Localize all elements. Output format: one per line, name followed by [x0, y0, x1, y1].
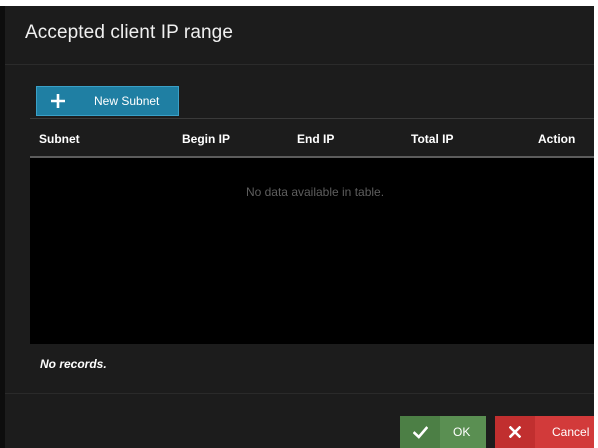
column-header-total-ip[interactable]: Total IP	[411, 132, 453, 146]
column-header-begin-ip[interactable]: Begin IP	[182, 132, 230, 146]
records-count: No records.	[40, 357, 107, 371]
cancel-button[interactable]: Cancel	[495, 416, 594, 448]
check-icon	[400, 416, 440, 448]
dialog-title: Accepted client IP range	[25, 22, 234, 43]
new-subnet-button[interactable]: New Subnet	[36, 86, 179, 116]
cancel-label: Cancel	[552, 425, 590, 439]
ok-button[interactable]: OK	[400, 416, 486, 448]
plus-icon	[37, 87, 79, 115]
new-subnet-label: New Subnet	[94, 94, 160, 108]
column-header-action: Action	[538, 132, 576, 146]
empty-table-message: No data available in table.	[245, 185, 385, 199]
close-icon	[495, 416, 535, 448]
column-header-subnet[interactable]: Subnet	[39, 132, 80, 146]
ok-label: OK	[453, 425, 471, 439]
accepted-client-ip-range-dialog: Accepted client IP range New Subnet Subn…	[5, 6, 594, 448]
table-body: No data available in table.	[30, 158, 594, 344]
screen-edge-right	[594, 0, 598, 448]
title-divider	[5, 64, 594, 65]
table-header: Subnet Begin IP End IP Total IP Action	[30, 118, 594, 156]
footer-divider	[5, 393, 594, 394]
column-header-end-ip[interactable]: End IP	[297, 132, 334, 146]
